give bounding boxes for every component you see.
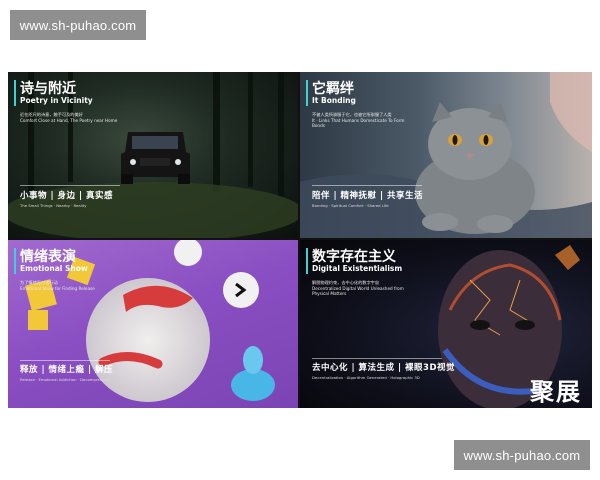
panel-accent-bar xyxy=(306,80,308,106)
panel-it-bonding: 它羁绊 It Bonding 不被人类所驯服于它，也被它所驯服了人类 It · L… xyxy=(300,72,592,238)
panel-title-en: It Bonding xyxy=(312,96,356,105)
panel-emotional-show: 情绪表演 Emotional Show 为了情绪而付诸行动 Emotional S… xyxy=(8,240,298,408)
panel-accent-bar xyxy=(14,80,16,106)
brand-logo: 聚展 xyxy=(530,378,582,406)
panel-title-en: Digital Existentialism xyxy=(312,264,403,273)
panel-title-en: Emotional Show xyxy=(20,264,88,273)
panel-tags: 陪伴 | 精神抚慰 | 共享生活 xyxy=(312,191,424,201)
panel-description: 为了情绪而付诸行动 Emotional Show for Finding Rele… xyxy=(20,280,95,291)
panel-title-zh: 它羁绊 xyxy=(312,81,354,97)
tags-divider xyxy=(312,358,442,359)
panel-tags-en: Release · Emotional Addiction · Decompre… xyxy=(20,377,110,382)
watermark-bottom: www.sh-puhao.com xyxy=(454,440,590,470)
panel-tags: 小事物 | 身边 | 真实感 xyxy=(20,191,114,201)
panel-title-zh: 诗与附近 xyxy=(20,81,76,97)
panel-description: 解脱物理约束，去中心化的数字宇宙 Decentralized Digital Wo… xyxy=(312,280,404,296)
panel-accent-bar xyxy=(306,248,308,274)
trend-collage: 诗与附近 Poetry in Vicinity 近在咫尺的诗意，触手可及的美好 C… xyxy=(8,72,592,408)
panel-description: 不被人类所驯服于它，也被它所驯服了人类 It · Links That Human… xyxy=(312,112,405,128)
panel-tags-en: Bonding · Spiritual Comfort · Shared Lif… xyxy=(312,203,389,208)
panel-poetry-in-vicinity: 诗与附近 Poetry in Vicinity 近在咫尺的诗意，触手可及的美好 C… xyxy=(8,72,298,238)
tags-divider xyxy=(312,185,422,186)
panel-tags-en: Decentralization · Algorithm Generated ·… xyxy=(312,375,420,380)
panel-title-zh: 数字存在主义 xyxy=(312,249,396,265)
watermark-top: www.sh-puhao.com xyxy=(10,10,146,40)
panel-accent-bar xyxy=(14,248,16,274)
panel-tags: 释放 | 情绪上瘾 | 解压 xyxy=(20,365,114,375)
panel-title-zh: 情绪表演 xyxy=(20,249,76,265)
tags-divider xyxy=(20,185,120,186)
panel-tags: 去中心化 | 算法生成 | 裸眼3D视觉 xyxy=(312,363,456,373)
panel-tags-en: The Small Things · Nearby · Reality xyxy=(20,203,87,208)
panel-title-en: Poetry in Vicinity xyxy=(20,96,93,105)
tags-divider xyxy=(20,360,110,361)
panel-digital-existentialism: 数字存在主义 Digital Existentialism 解脱物理约束，去中心… xyxy=(300,240,592,408)
panel-description: 近在咫尺的诗意，触手可及的美好 Comfort Close at Hand, Th… xyxy=(20,112,118,123)
